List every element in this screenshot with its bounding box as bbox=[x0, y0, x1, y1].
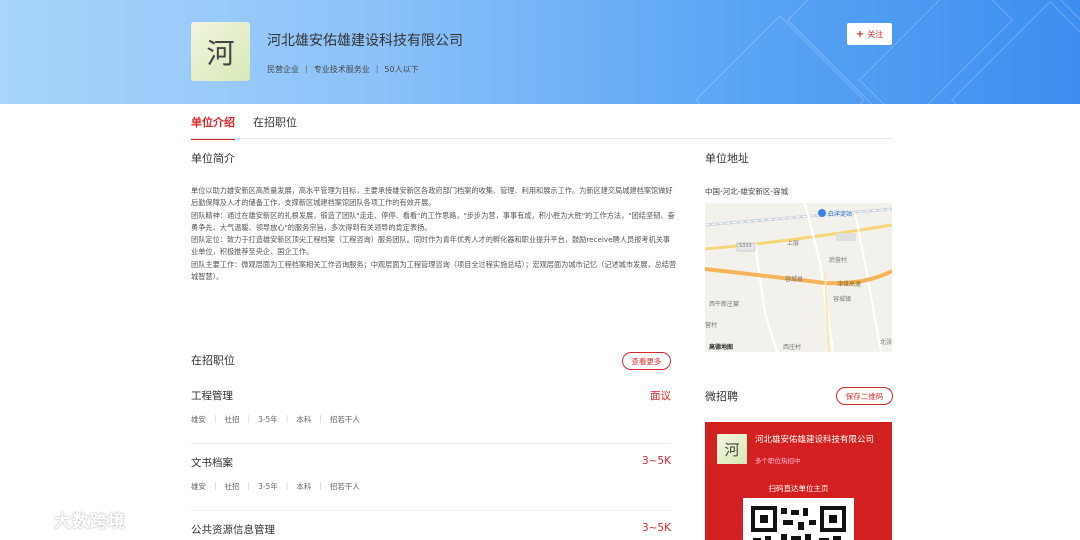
job-tags: 雄安 | 社招 | 3-5年 | 本科 | 招若干人 bbox=[191, 481, 360, 492]
divider: | bbox=[319, 414, 322, 423]
intro-paragraph: 团队主要工作：微观层面为工程档案相关工作咨询服务；中观层面为工程管理咨询（项目全… bbox=[191, 259, 677, 282]
watermark-text: 大数跨境 bbox=[54, 511, 126, 532]
tab-bar: 单位介绍 在招职位 bbox=[191, 114, 297, 140]
tab-divider bbox=[191, 138, 892, 139]
job-tag: 社招 bbox=[224, 482, 240, 491]
map-label: 津雄高速 bbox=[837, 281, 862, 288]
recruit-poster-card: 河 河北雄安佑雄建设科技有限公司 多个职位热招中 扫码直达单位主页 bbox=[705, 422, 892, 540]
map-label: 后营村 bbox=[829, 257, 848, 264]
job-tag: 社招 bbox=[224, 415, 240, 424]
job-name[interactable]: 工程管理 bbox=[191, 388, 233, 403]
company-tag-type: 民营企业 bbox=[267, 65, 299, 74]
save-qr-button[interactable]: 保存二维码 bbox=[836, 387, 893, 405]
address-text: 中国-河北-雄安新区-容城 bbox=[705, 187, 789, 196]
company-logo: 河 bbox=[717, 434, 747, 464]
company-name: 河北雄安佑雄建设科技有限公司 bbox=[267, 33, 463, 49]
intro-paragraph: 团队定位：致力于打造雄安新区顶尖工程档案（工程咨询）服务团队。同时作为青年优秀人… bbox=[191, 235, 671, 257]
map-label: 营村 bbox=[705, 322, 718, 329]
divider: | bbox=[247, 481, 251, 490]
job-tag: 雄安 bbox=[191, 415, 206, 424]
map-label: 容城县 bbox=[785, 276, 804, 283]
intro-paragraph: 团队精神：通过在雄安新区的扎根发展，锻造了团队"走走、停停、看看"的工作思路，"… bbox=[191, 210, 675, 232]
tab-open-positions[interactable]: 在招职位 bbox=[253, 114, 297, 140]
intro-paragraph: 单位以助力雄安新区高质量发展，高水平管理为目标，主要承接雄安新区各政府部门档案的… bbox=[191, 186, 673, 208]
company-tags: 民营企业 | 专业技术服务业 | 50人以下 bbox=[267, 64, 419, 75]
divider: | bbox=[285, 481, 289, 490]
location-map[interactable]: 白洋淀站 S333 上层 后营村 容城县 津雄高速 容城镇 西午新庄窠 营村 西… bbox=[705, 203, 892, 352]
job-tag: 雄安 bbox=[191, 482, 206, 491]
tab-company-intro[interactable]: 单位介绍 bbox=[191, 114, 235, 140]
view-more-button[interactable]: 查看更多 bbox=[622, 352, 671, 370]
poster-company-name: 河北雄安佑雄建设科技有限公司 bbox=[755, 435, 875, 445]
map-label: 白洋淀站 bbox=[828, 211, 853, 218]
job-tag: 3-5年 bbox=[258, 482, 278, 491]
job-tag: 招若干人 bbox=[329, 482, 360, 491]
job-salary: 面议 bbox=[650, 390, 671, 402]
map-label: 上层 bbox=[787, 240, 800, 247]
divider: | bbox=[305, 64, 308, 73]
job-tags: 雄安 | 社招 | 3-5年 | 本科 | 招若干人 bbox=[191, 414, 360, 425]
divider: | bbox=[247, 414, 251, 423]
divider: | bbox=[319, 481, 322, 490]
divider bbox=[191, 443, 671, 444]
job-name[interactable]: 文书档案 bbox=[191, 455, 233, 470]
watermark: 大数跨境 bbox=[8, 506, 126, 532]
divider: | bbox=[214, 481, 217, 490]
company-logo: 河 bbox=[191, 22, 250, 81]
poster-subtitle: 多个职位热招中 bbox=[755, 457, 801, 465]
map-label: S333 bbox=[739, 243, 752, 249]
follow-label: 关注 bbox=[867, 29, 884, 39]
poster-scan-hint: 扫码直达单位主页 bbox=[768, 484, 829, 493]
job-tag: 本科 bbox=[296, 415, 312, 424]
plus-icon: + bbox=[855, 28, 865, 40]
map-provider-logo: 高德地图 bbox=[709, 344, 734, 351]
map-label: 西庄村 bbox=[783, 344, 802, 351]
company-tag-industry: 专业技术服务业 bbox=[313, 65, 370, 74]
map-label: 容城镇 bbox=[833, 296, 852, 303]
qr-code bbox=[743, 498, 854, 540]
qr-code-icon bbox=[751, 506, 846, 540]
divider bbox=[191, 510, 671, 511]
micro-recruit-title: 微招聘 bbox=[705, 390, 738, 403]
job-salary: 3~5K bbox=[641, 522, 671, 534]
job-tag: 3-5年 bbox=[258, 415, 278, 424]
watermark-logo-icon bbox=[8, 507, 49, 530]
intro-title: 单位简介 bbox=[191, 152, 235, 165]
job-salary: 3~5K bbox=[641, 455, 671, 467]
divider: | bbox=[214, 414, 217, 423]
job-tag: 招若干人 bbox=[329, 415, 360, 424]
divider: | bbox=[375, 64, 379, 73]
job-tag: 本科 bbox=[296, 482, 312, 491]
company-banner bbox=[0, 0, 1080, 104]
jobs-title: 在招职位 bbox=[191, 354, 235, 367]
address-title: 单位地址 bbox=[705, 152, 749, 165]
job-name[interactable]: 公共资源信息管理 bbox=[191, 522, 275, 537]
company-tag-size: 50人以下 bbox=[384, 65, 419, 74]
map-label: 西午新庄窠 bbox=[709, 301, 740, 308]
divider: | bbox=[285, 414, 289, 423]
intro-text: 单位以助力雄安新区高质量发展，高水平管理为目标，主要承接雄安新区各政府部门档案的… bbox=[191, 185, 677, 283]
follow-button[interactable]: + 关注 bbox=[847, 23, 892, 45]
map-label: 北张 bbox=[880, 339, 892, 346]
